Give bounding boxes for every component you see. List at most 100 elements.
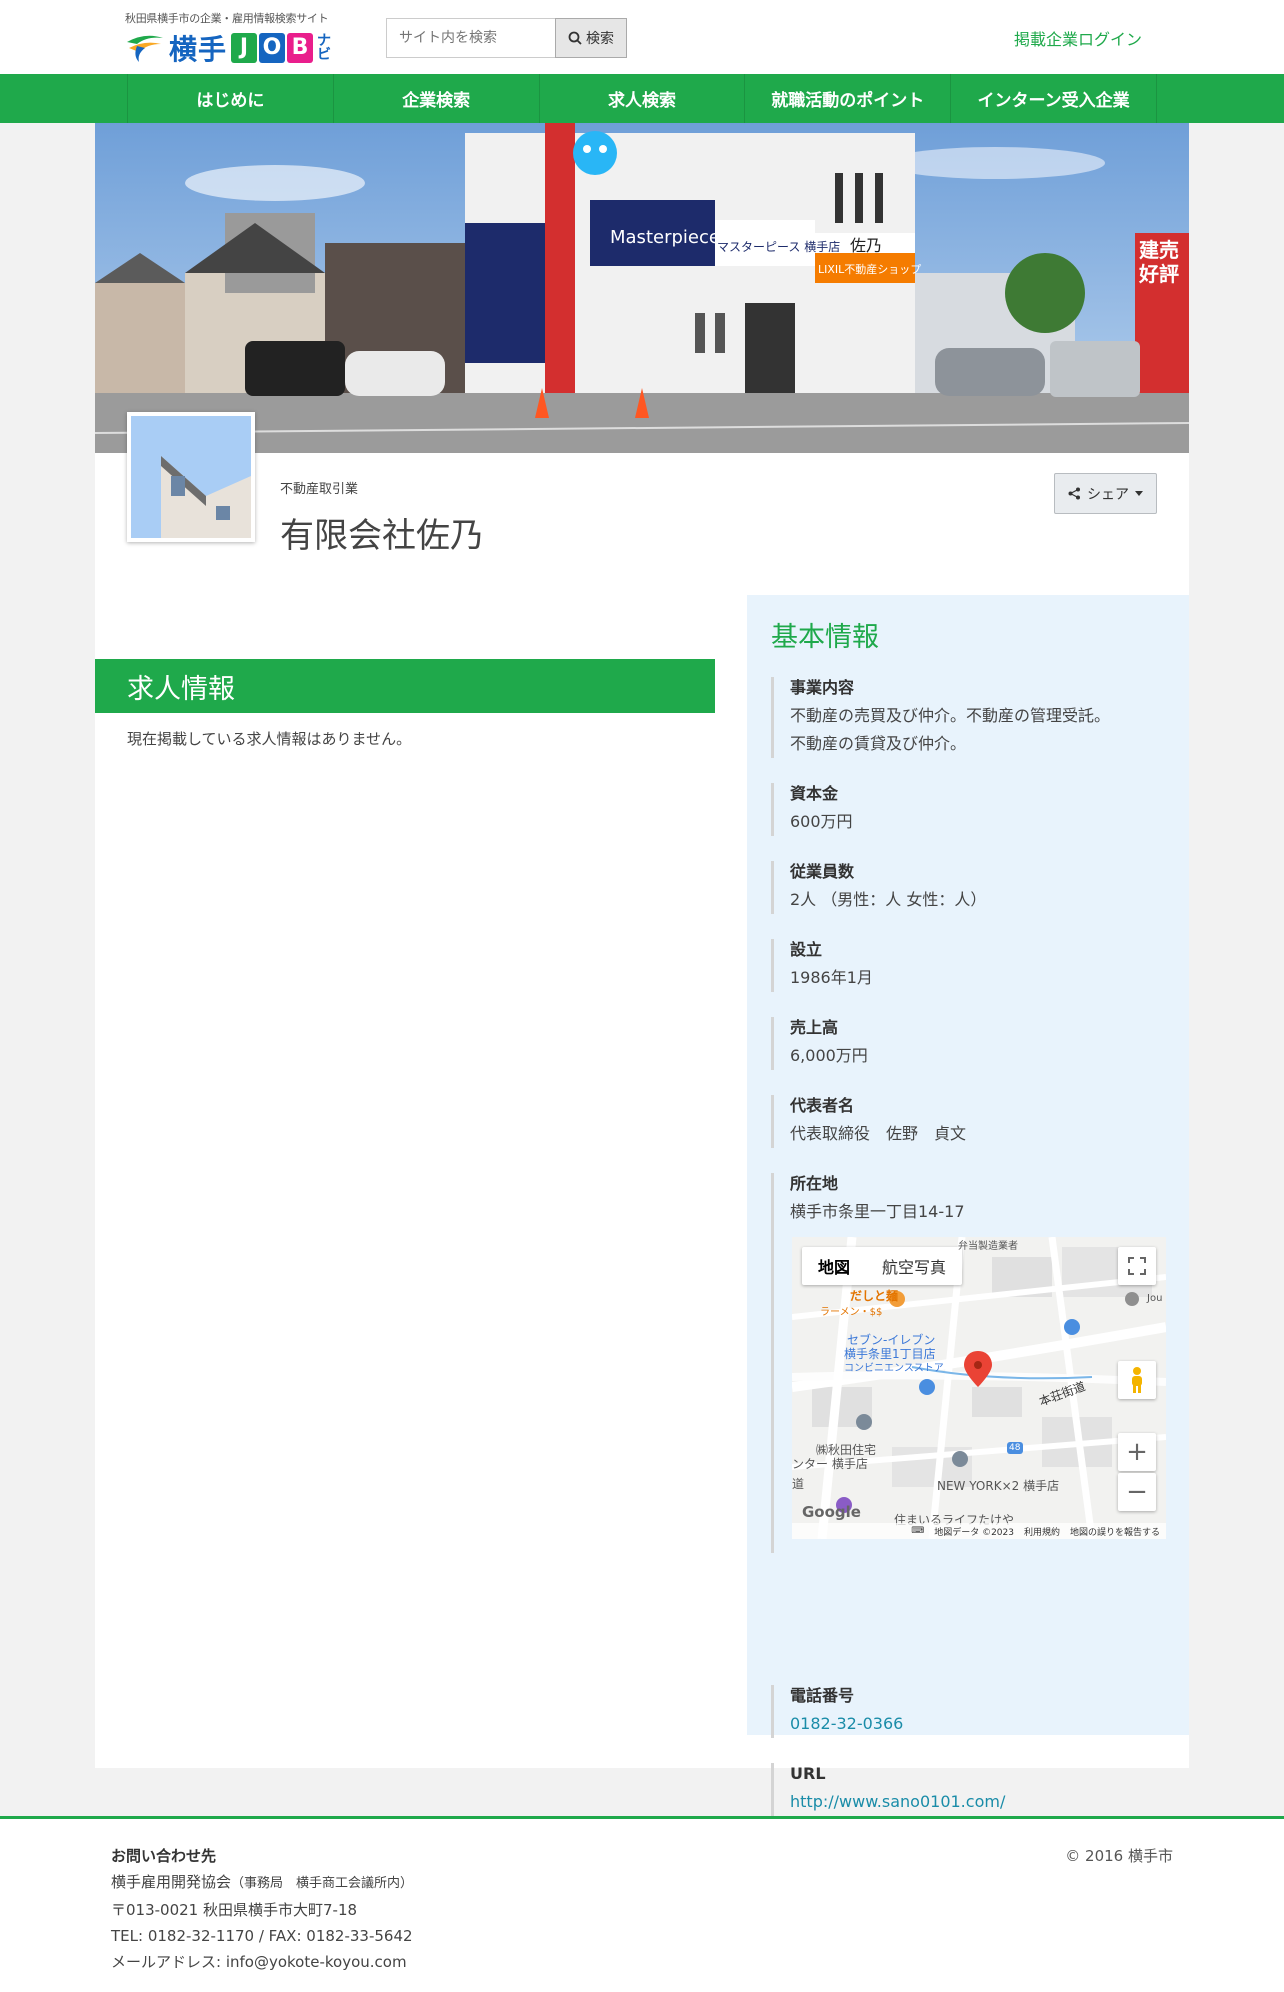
map-label-bento: 弁当製造業者	[958, 1241, 1018, 1252]
logo-mark: 横手 J O B ナビ	[125, 28, 331, 68]
info-employees: 従業員数 2人 （男性：人 女性：人）	[771, 861, 1165, 914]
info-label: 従業員数	[790, 862, 855, 881]
footer-tel: TEL: 0182-32-1170 / FAX: 0182-33-5642	[111, 1927, 413, 1945]
footer-copyright: © 2016 横手市	[1065, 1847, 1173, 1865]
sign-sano: 佐乃	[850, 236, 882, 255]
company-name: 有限会社佐乃	[280, 516, 484, 556]
company-category: 不動産取引業	[280, 482, 359, 497]
site-footer: お問い合わせ先 横手雇用開発協会（事務局 横手商工会議所内） 〒013-0021…	[0, 1816, 1284, 1992]
company-thumbnail	[127, 412, 255, 542]
info-capital: 資本金 600万円	[771, 783, 1165, 836]
map-attribution: ⌨ 地図データ ©2023 利用規約 地図の誤りを報告する	[792, 1523, 1166, 1539]
map-label-ramen-sub: ラーメン・$$	[820, 1307, 883, 1318]
map-label-center: ンター 横手店	[792, 1457, 868, 1471]
sign-masterpiece: Masterpiece	[610, 227, 720, 248]
footer-mail: メールアドレス: info@yokote-koyou.com	[111, 1953, 407, 1971]
info-business: 事業内容 不動産の売買及び仲介。不動産の管理受託。 不動産の賃貸及び仲介。	[771, 677, 1165, 758]
search-icon	[568, 31, 582, 45]
main-nav: はじめに 企業検索 求人検索 就職活動のポイント インターン受入企業	[0, 74, 1284, 123]
map-tab-satellite[interactable]: 航空写真	[866, 1247, 962, 1285]
phone-link[interactable]: 0182-32-0366	[790, 1714, 903, 1733]
info-representative: 代表者名 代表取締役 佐野 貞文	[771, 1095, 1165, 1148]
info-label: URL	[790, 1764, 826, 1783]
google-logo: Google	[802, 1503, 861, 1521]
map-label-jou: Jou	[1147, 1293, 1163, 1304]
sign-lixil: LIXIL不動産ショップ	[818, 262, 921, 276]
search-button-label: 検索	[586, 31, 614, 47]
footer-title: お問い合わせ先	[111, 1847, 217, 1865]
info-label: 資本金	[790, 784, 839, 803]
info-label: 事業内容	[790, 678, 855, 697]
map-type-tabs: 地図 航空写真	[802, 1247, 963, 1285]
zoom-in-button[interactable]: +	[1118, 1433, 1156, 1471]
logo-job: J O B	[231, 33, 314, 63]
sign-right-2: 好評	[1138, 262, 1179, 286]
jobs-empty-message: 現在掲載している求人情報はありません。	[127, 730, 412, 748]
basic-info-panel: 基本情報 事業内容 不動産の売買及び仲介。不動産の管理受託。 不動産の賃貸及び仲…	[747, 595, 1189, 1816]
info-value: 横手市条里一丁目14-17	[790, 1202, 965, 1221]
nav-item-job-hunting-tips[interactable]: 就職活動のポイント	[745, 74, 952, 123]
sign-right: 建売	[1139, 238, 1179, 262]
fullscreen-icon	[1128, 1257, 1146, 1275]
share-button[interactable]: シェア	[1054, 473, 1157, 514]
nav-item-job-search[interactable]: 求人検索	[540, 74, 746, 123]
info-label: 売上高	[790, 1018, 839, 1037]
nav-item-intro[interactable]: はじめに	[128, 74, 334, 123]
nav-item-company-search[interactable]: 企業検索	[334, 74, 540, 123]
info-sales: 売上高 6,000万円	[771, 1017, 1165, 1070]
info-label: 電話番号	[790, 1686, 855, 1705]
logo-letter-j: J	[231, 33, 258, 63]
map-label-ramen: だしと麺	[850, 1289, 899, 1303]
pegman-icon	[1132, 1367, 1142, 1393]
fullscreen-button[interactable]	[1118, 1247, 1156, 1285]
website-link[interactable]: http://www.sano0101.com/	[790, 1792, 1005, 1811]
logo-text: 横手	[169, 33, 228, 66]
footer-address: 〒013-0021 秋田県横手市大町7-18	[111, 1901, 358, 1919]
map-label-route-48: 48	[1009, 1443, 1021, 1453]
map-terms-link[interactable]: 利用規約	[1024, 1525, 1060, 1538]
keyboard-shortcuts-icon[interactable]: ⌨	[911, 1526, 924, 1536]
location-map[interactable]: 地図 航空写真 + − だしと麺 ラーメン・$$ セブン-イレブン 横手条里1丁…	[792, 1237, 1166, 1539]
info-phone: 電話番号 0182-32-0366	[771, 1685, 1165, 1738]
basic-info-title: 基本情報	[771, 622, 879, 653]
site-search-input[interactable]	[386, 18, 556, 58]
logo-letter-o: O	[259, 33, 286, 63]
company-hero-image: Masterpiece マスターピース 横手店 佐乃 LIXIL不動産ショップ …	[95, 123, 1189, 453]
info-value: 不動産の売買及び仲介。不動産の管理受託。 不動産の賃貸及び仲介。	[790, 702, 1165, 758]
caret-down-icon	[1135, 491, 1143, 496]
business-line-2: 不動産の賃貸及び仲介。	[790, 734, 967, 753]
site-logo[interactable]: 秋田県横手市の企業・雇用情報検索サイト 横手 J O B ナビ	[125, 10, 355, 66]
zoom-out-button[interactable]: −	[1118, 1473, 1156, 1511]
company-login-link[interactable]: 掲載企業ログイン	[1014, 26, 1142, 50]
info-value: 6,000万円	[790, 1046, 868, 1065]
info-url: URL http://www.sano0101.com/	[771, 1763, 1165, 1816]
info-label: 設立	[790, 940, 823, 959]
map-report-link[interactable]: 地図の誤りを報告する	[1070, 1525, 1160, 1538]
site-header: 秋田県横手市の企業・雇用情報検索サイト 横手 J O B ナビ 検索 掲載企業ロ…	[0, 0, 1284, 74]
footer-contact: お問い合わせ先 横手雇用開発協会（事務局 横手商工会議所内） 〒013-0021…	[111, 1843, 413, 1975]
logo-tagline: 秋田県横手市の企業・雇用情報検索サイト	[125, 12, 329, 25]
nav-item-intern-companies[interactable]: インターン受入企業	[951, 74, 1157, 123]
sign-store: マスターピース 横手店	[717, 240, 840, 254]
map-data-credit: 地図データ ©2023	[934, 1527, 1014, 1538]
jobs-section-title: 求人情報	[95, 659, 715, 713]
info-value: 2人 （男性：人 女性：人）	[790, 890, 987, 909]
info-label: 代表者名	[790, 1096, 855, 1115]
share-label: シェア	[1087, 486, 1129, 503]
footer-org: 横手雇用開発協会	[111, 1873, 232, 1891]
logo-letter-b: B	[287, 33, 314, 63]
map-tab-map[interactable]: 地図	[802, 1247, 866, 1285]
search-button[interactable]: 検索	[555, 18, 627, 58]
share-icon	[1068, 487, 1080, 500]
info-value: 600万円	[790, 812, 853, 831]
logo-swoosh-icon	[127, 35, 163, 62]
street-view-pegman[interactable]	[1118, 1361, 1156, 1399]
business-line-1: 不動産の売買及び仲介。不動産の管理受託。	[790, 706, 1111, 725]
info-label: 所在地	[790, 1174, 839, 1193]
logo-navi: ナビ	[317, 33, 332, 63]
info-founded: 設立 1986年1月	[771, 939, 1165, 992]
map-label-road-edge: 道	[792, 1477, 805, 1491]
map-label-convenience: コンビニエンスストア	[844, 1363, 944, 1374]
map-label-newyork: NEW YORK×2 横手店	[937, 1479, 1060, 1493]
info-value: 1986年1月	[790, 968, 873, 987]
